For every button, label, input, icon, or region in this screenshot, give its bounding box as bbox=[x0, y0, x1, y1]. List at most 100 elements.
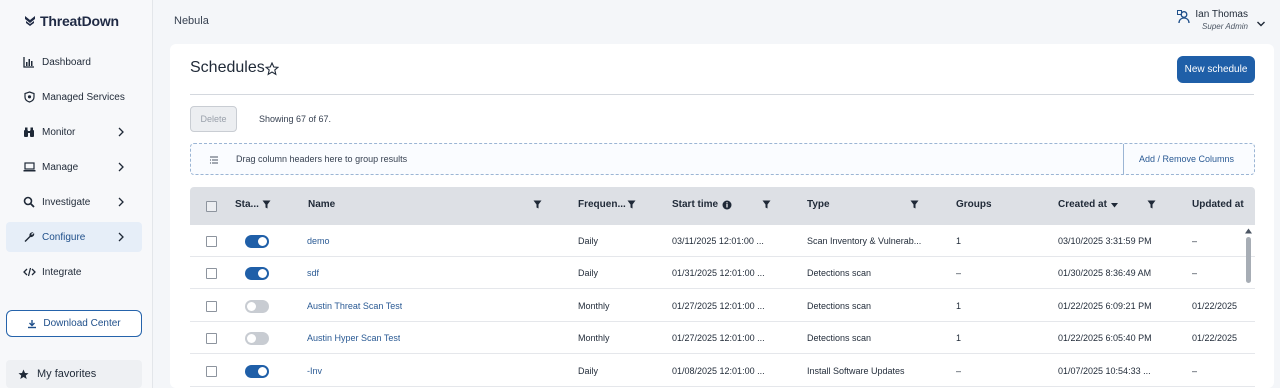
sidebar-item-label: Investigate bbox=[42, 196, 91, 208]
shield-icon bbox=[22, 90, 36, 104]
updated-at-cell: 01/22/2025 bbox=[1192, 333, 1238, 343]
column-header-type[interactable]: Type bbox=[807, 199, 830, 210]
table-row[interactable]: Austin Threat Scan Test Monthly 01/27/20… bbox=[190, 290, 1255, 322]
sidebar-item-label: Monitor bbox=[42, 126, 76, 138]
status-toggle[interactable] bbox=[245, 365, 269, 378]
favorite-star-icon[interactable] bbox=[265, 62, 279, 76]
bar-chart-icon bbox=[22, 55, 36, 69]
status-toggle[interactable] bbox=[245, 332, 269, 345]
select-all-checkbox[interactable] bbox=[206, 201, 217, 212]
new-schedule-button[interactable]: New schedule bbox=[1177, 56, 1255, 83]
start-time-cell: 03/11/2025 12:01:00 ... bbox=[672, 236, 764, 246]
scroll-up-icon[interactable] bbox=[1245, 228, 1252, 234]
brand-name: ThreatDown bbox=[40, 13, 119, 29]
type-cell: Detections scan bbox=[807, 333, 872, 343]
updated-at-cell: – bbox=[1192, 366, 1198, 376]
start-time-cell: 01/27/2025 12:01:00 ... bbox=[672, 301, 765, 311]
start-time-cell: 01/27/2025 12:01:00 ... bbox=[672, 333, 765, 343]
user-menu[interactable]: Ian Thomas Super Admin bbox=[1177, 9, 1266, 33]
my-favorites-label: My favorites bbox=[37, 368, 97, 380]
column-header-name[interactable]: Name bbox=[308, 199, 335, 210]
filter-icon[interactable] bbox=[262, 200, 271, 209]
frequency-cell: Daily bbox=[578, 236, 599, 246]
download-center-button[interactable]: Download Center bbox=[6, 310, 142, 337]
table-row[interactable]: Austin Hyper Scan Test Monthly 01/27/202… bbox=[190, 322, 1255, 354]
row-checkbox[interactable] bbox=[206, 301, 217, 312]
filter-icon[interactable] bbox=[910, 200, 919, 209]
type-cell: Detections scan bbox=[807, 301, 872, 311]
frequency-cell: Monthly bbox=[578, 301, 610, 311]
updated-at-cell: – bbox=[1192, 268, 1198, 278]
delete-button[interactable]: Delete bbox=[190, 106, 237, 132]
schedule-name-link[interactable]: -Inv bbox=[307, 366, 322, 376]
created-at-cell: 03/10/2025 3:31:59 PM bbox=[1058, 236, 1152, 246]
sidebar-item-label: Manage bbox=[42, 161, 79, 173]
filter-icon[interactable] bbox=[762, 200, 771, 209]
results-count: Showing 67 of 67. bbox=[259, 114, 332, 124]
row-checkbox[interactable] bbox=[206, 236, 217, 247]
type-cell: Scan Inventory & Vulnerab... bbox=[807, 236, 922, 246]
frequency-cell: Monthly bbox=[578, 333, 610, 343]
filter-icon[interactable] bbox=[1147, 200, 1156, 209]
table-row[interactable]: demo Daily 03/11/2025 12:01:00 ... Scan … bbox=[190, 225, 1255, 257]
column-header-start-time[interactable]: Start time bbox=[672, 199, 718, 210]
frequency-cell: Daily bbox=[578, 268, 599, 278]
sidebar: ThreatDown Dashboard Managed Services Mo… bbox=[0, 0, 153, 388]
download-icon bbox=[28, 319, 37, 328]
schedule-name-link[interactable]: demo bbox=[307, 236, 330, 246]
sidebar-item-integrate[interactable]: Integrate bbox=[6, 257, 142, 287]
created-at-cell: 01/07/2025 10:54:33 ... bbox=[1058, 366, 1151, 376]
column-header-created-at[interactable]: Created at bbox=[1058, 199, 1107, 210]
sidebar-item-label: Dashboard bbox=[42, 56, 91, 68]
row-checkbox[interactable] bbox=[206, 366, 217, 377]
sidebar-item-monitor[interactable]: Monitor bbox=[6, 117, 142, 147]
schedule-name-link[interactable]: Austin Threat Scan Test bbox=[307, 301, 402, 311]
start-time-cell: 01/08/2025 12:01:00 ... bbox=[672, 366, 765, 376]
chevron-right-icon bbox=[118, 232, 124, 242]
updated-at-cell: 01/22/2025 bbox=[1192, 301, 1238, 311]
code-icon bbox=[22, 265, 36, 279]
status-toggle[interactable] bbox=[245, 267, 269, 280]
sidebar-item-managed-services[interactable]: Managed Services bbox=[6, 82, 142, 112]
start-time-cell: 01/31/2025 12:01:00 ... bbox=[672, 268, 765, 278]
row-checkbox[interactable] bbox=[206, 268, 217, 279]
table-scrollbar[interactable] bbox=[1246, 237, 1251, 283]
table-row[interactable]: -Inv Daily 01/08/2025 12:01:00 ... Insta… bbox=[190, 355, 1255, 387]
top-bar: Nebula Ian Thomas Super Admin bbox=[153, 0, 1280, 44]
chevron-right-icon bbox=[118, 127, 124, 137]
sort-desc-icon[interactable] bbox=[1111, 203, 1118, 208]
groups-cell: 1 bbox=[956, 236, 962, 246]
column-header-status[interactable]: Sta... bbox=[235, 199, 259, 210]
sidebar-item-investigate[interactable]: Investigate bbox=[6, 187, 142, 217]
my-favorites[interactable]: My favorites bbox=[6, 360, 142, 388]
star-filled-icon bbox=[18, 369, 29, 379]
group-drop-zone[interactable]: Drag column headers here to group result… bbox=[190, 143, 1255, 175]
groups-cell: 1 bbox=[956, 333, 962, 343]
table-row[interactable]: sdf Daily 01/31/2025 12:01:00 ... Detect… bbox=[190, 257, 1255, 289]
status-toggle[interactable] bbox=[245, 300, 269, 313]
chevron-down-icon[interactable] bbox=[1256, 19, 1266, 29]
filter-icon[interactable] bbox=[533, 200, 542, 209]
add-remove-columns-link[interactable]: Add / Remove Columns bbox=[1139, 154, 1234, 164]
sidebar-item-configure[interactable]: Configure bbox=[6, 222, 142, 252]
schedule-name-link[interactable]: Austin Hyper Scan Test bbox=[307, 333, 400, 343]
status-toggle[interactable] bbox=[245, 235, 269, 248]
breadcrumb[interactable]: Nebula bbox=[174, 15, 209, 27]
schedule-name-link[interactable]: sdf bbox=[307, 268, 319, 278]
divider bbox=[190, 94, 1254, 95]
filter-icon[interactable] bbox=[627, 200, 636, 209]
row-checkbox[interactable] bbox=[206, 333, 217, 344]
separator bbox=[1123, 144, 1124, 174]
type-cell: Detections scan bbox=[807, 268, 872, 278]
column-header-groups[interactable]: Groups bbox=[956, 199, 992, 210]
groups-cell: 1 bbox=[956, 301, 962, 311]
column-header-updated-at[interactable]: Updated at bbox=[1192, 199, 1244, 210]
sidebar-item-dashboard[interactable]: Dashboard bbox=[6, 47, 142, 77]
sidebar-item-manage[interactable]: Manage bbox=[6, 152, 142, 182]
info-icon[interactable] bbox=[722, 200, 732, 210]
search-icon bbox=[22, 195, 36, 209]
wrench-icon bbox=[22, 230, 36, 244]
column-header-frequency[interactable]: Frequen... bbox=[578, 199, 626, 210]
sidebar-item-label: Managed Services bbox=[42, 91, 125, 103]
brand-logo[interactable]: ThreatDown bbox=[24, 13, 119, 29]
